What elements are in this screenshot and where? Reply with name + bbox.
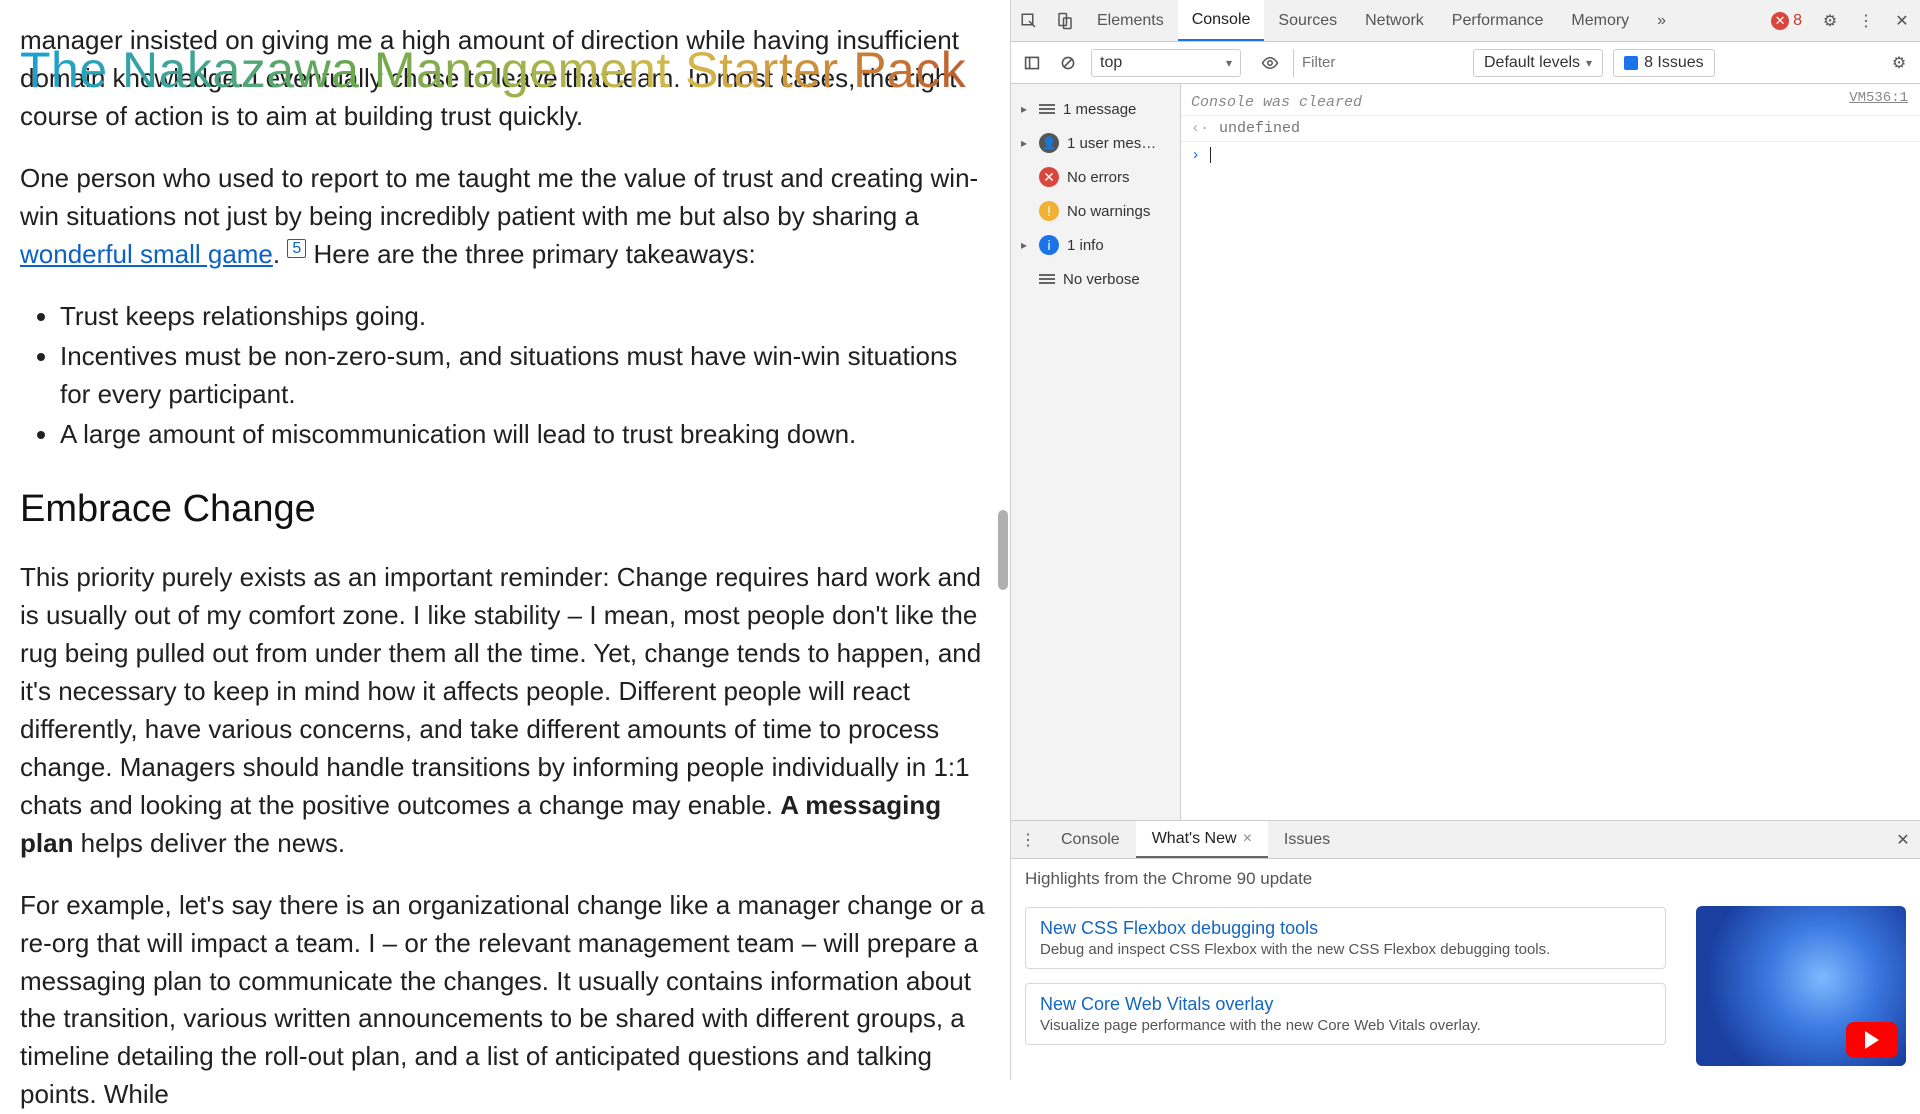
list-item: Trust keeps relationships going.	[60, 298, 990, 336]
verbose-icon	[1039, 274, 1055, 284]
log-levels-selector[interactable]: Default levels▾	[1473, 49, 1603, 77]
sidebar-item-user-messages[interactable]: ▸ 👤 1 user mes…	[1011, 126, 1180, 160]
tab-sources[interactable]: Sources	[1264, 0, 1351, 41]
devtools-tabstrip: Elements Console Sources Network Perform…	[1011, 0, 1920, 42]
console-log[interactable]: VM536:1 Console was cleared ‹· undefined…	[1181, 84, 1920, 820]
messages-icon	[1039, 104, 1055, 114]
context-selector[interactable]: top▾	[1091, 49, 1241, 77]
warning-icon: !	[1039, 201, 1059, 221]
error-icon: ✕	[1771, 12, 1789, 30]
feature-card[interactable]: New Core Web Vitals overlay Visualize pa…	[1025, 983, 1666, 1045]
drawer-tab-console[interactable]: Console	[1045, 821, 1136, 858]
list-item: Incentives must be non-zero-sum, and sit…	[60, 338, 990, 414]
youtube-play-icon	[1846, 1022, 1898, 1058]
feature-title: New CSS Flexbox debugging tools	[1040, 918, 1651, 939]
list-item: A large amount of miscommunication will …	[60, 416, 990, 454]
settings-icon[interactable]: ⚙	[1812, 0, 1848, 41]
tab-memory[interactable]: Memory	[1557, 0, 1643, 41]
console-prompt[interactable]: ›	[1181, 142, 1920, 168]
inspect-icon[interactable]	[1011, 0, 1047, 41]
tab-performance[interactable]: Performance	[1438, 0, 1558, 41]
console-toolbar: top▾ Default levels▾ 8 Issues ⚙	[1011, 42, 1920, 84]
close-tab-icon[interactable]: ×	[1243, 830, 1252, 848]
log-entry: Console was cleared	[1181, 90, 1920, 116]
close-drawer-icon[interactable]: ✕	[1886, 821, 1920, 858]
tab-elements[interactable]: Elements	[1083, 0, 1178, 41]
sidebar-toggle-icon[interactable]	[1019, 50, 1045, 76]
filter-input[interactable]	[1293, 49, 1463, 77]
devtools-panel: Elements Console Sources Network Perform…	[1010, 0, 1920, 1080]
drawer-tab-whatsnew[interactable]: What's New ×	[1136, 821, 1268, 858]
close-devtools-icon[interactable]: ✕	[1884, 0, 1920, 41]
return-arrow-icon: ‹·	[1191, 120, 1209, 137]
drawer-subtitle: Highlights from the Chrome 90 update	[1025, 869, 1666, 889]
tab-network[interactable]: Network	[1351, 0, 1438, 41]
feature-title: New Core Web Vitals overlay	[1040, 994, 1651, 1015]
issues-pill[interactable]: 8 Issues	[1613, 49, 1715, 77]
paragraph: This priority purely exists as an import…	[20, 559, 990, 863]
drawer-tabstrip: ⋮ Console What's New × Issues ✕	[1011, 821, 1920, 859]
prompt-icon: ›	[1191, 147, 1200, 164]
error-icon: ✕	[1039, 167, 1059, 187]
scrollbar-thumb[interactable]	[998, 510, 1008, 590]
section-heading: Embrace Change	[20, 482, 990, 537]
article-content: The Nakazawa Management Starter Pack man…	[0, 0, 1010, 1080]
tab-console[interactable]: Console	[1178, 0, 1265, 41]
devtools-drawer: ⋮ Console What's New × Issues ✕ Highligh…	[1011, 820, 1920, 1080]
console-sidebar: ▸ 1 message ▸ 👤 1 user mes… ✕ No errors …	[1011, 84, 1181, 820]
feature-card[interactable]: New CSS Flexbox debugging tools Debug an…	[1025, 907, 1666, 969]
drawer-tab-issues[interactable]: Issues	[1268, 821, 1346, 858]
user-icon: 👤	[1039, 133, 1059, 153]
feature-desc: Debug and inspect CSS Flexbox with the n…	[1040, 941, 1651, 958]
error-count-badge[interactable]: ✕ 8	[1761, 0, 1812, 41]
sidebar-item-verbose[interactable]: No verbose	[1011, 262, 1180, 296]
sidebar-item-errors[interactable]: ✕ No errors	[1011, 160, 1180, 194]
device-toggle-icon[interactable]	[1047, 0, 1083, 41]
clear-console-icon[interactable]	[1055, 50, 1081, 76]
sidebar-item-messages[interactable]: ▸ 1 message	[1011, 92, 1180, 126]
inline-link[interactable]: wonderful small game	[20, 239, 273, 269]
drawer-menu-icon[interactable]: ⋮	[1011, 821, 1045, 858]
tab-more[interactable]: »	[1643, 0, 1680, 41]
live-expression-icon[interactable]	[1257, 50, 1283, 76]
sidebar-item-warnings[interactable]: ! No warnings	[1011, 194, 1180, 228]
info-icon: i	[1039, 235, 1059, 255]
video-thumbnail[interactable]	[1696, 906, 1906, 1066]
issues-icon	[1624, 56, 1638, 70]
feature-desc: Visualize page performance with the new …	[1040, 1017, 1651, 1034]
footnote-ref[interactable]: 5	[287, 239, 306, 258]
log-entry: ‹· undefined	[1181, 116, 1920, 142]
bullet-list: Trust keeps relationships going. Incenti…	[60, 298, 990, 454]
sidebar-item-info[interactable]: ▸ i 1 info	[1011, 228, 1180, 262]
paragraph: manager insisted on giving me a high amo…	[20, 22, 990, 136]
more-menu-icon[interactable]: ⋮	[1848, 0, 1884, 41]
text-cursor	[1210, 147, 1211, 163]
paragraph: One person who used to report to me taug…	[20, 160, 990, 274]
log-source-link[interactable]: VM536:1	[1849, 90, 1908, 106]
console-settings-icon[interactable]: ⚙	[1886, 50, 1912, 76]
